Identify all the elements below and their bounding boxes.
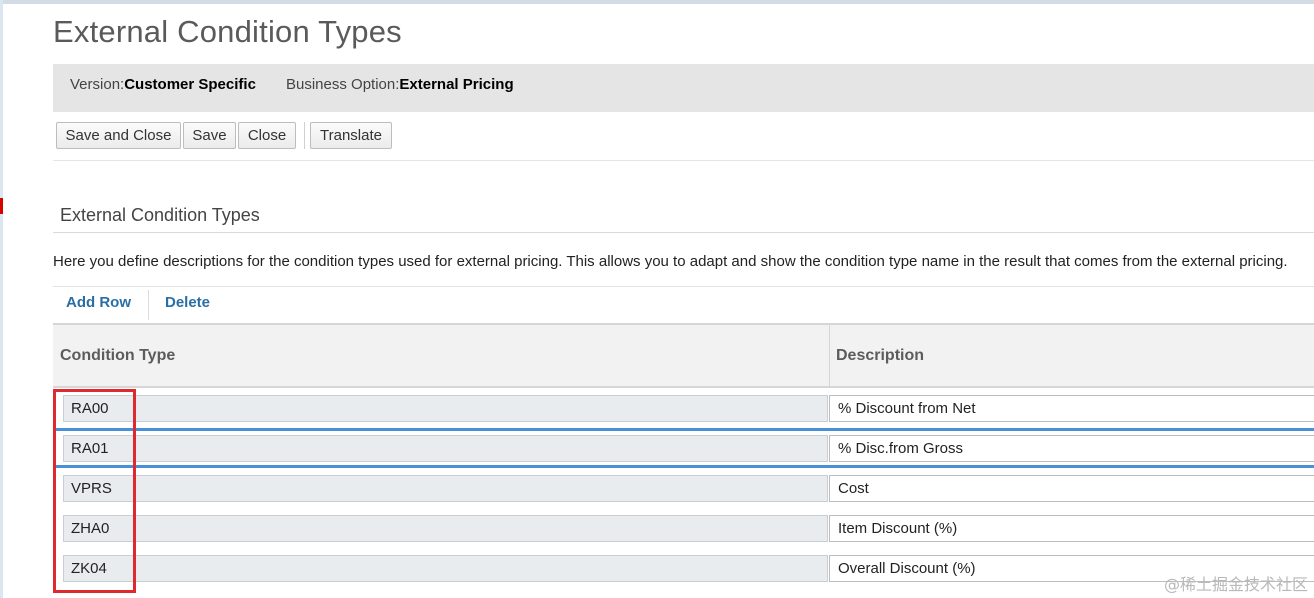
- column-header-condition-type[interactable]: Condition Type: [60, 347, 175, 365]
- description-input[interactable]: % Disc.from Gross: [829, 435, 1314, 462]
- close-button[interactable]: Close: [238, 122, 296, 149]
- window-left-edge: [0, 0, 3, 598]
- info-bar: Version:Customer Specific Business Optio…: [53, 64, 1314, 112]
- description-input[interactable]: Item Discount (%): [829, 515, 1314, 542]
- business-option-label: Business Option:: [286, 76, 400, 93]
- toolbar-separator: [304, 122, 305, 149]
- action-separator: [148, 290, 149, 320]
- delete-link[interactable]: Delete: [165, 294, 210, 311]
- table-row[interactable]: RA00 % Discount from Net: [53, 388, 1314, 428]
- condition-type-cell[interactable]: ZK04: [63, 555, 828, 582]
- left-edge-marker: [0, 198, 3, 214]
- table-row[interactable]: VPRS Cost: [53, 468, 1314, 508]
- business-option-value: External Pricing: [399, 76, 514, 93]
- column-divider[interactable]: [829, 325, 830, 388]
- save-and-close-button[interactable]: Save and Close: [56, 122, 181, 149]
- window-top-strip: [0, 0, 1314, 4]
- table-header: Condition Type Description: [53, 323, 1314, 388]
- condition-type-cell[interactable]: VPRS: [63, 475, 828, 502]
- version-info: Version:Customer Specific: [70, 76, 256, 93]
- condition-type-cell[interactable]: RA00: [63, 395, 828, 422]
- version-value: Customer Specific: [124, 76, 256, 93]
- table-row-selected[interactable]: RA01 % Disc.from Gross: [53, 428, 1314, 468]
- page-title: External Condition Types: [53, 14, 402, 49]
- description-input[interactable]: Cost: [829, 475, 1314, 502]
- add-row-link[interactable]: Add Row: [66, 294, 131, 311]
- divider: [53, 160, 1314, 161]
- section-divider: [53, 232, 1314, 233]
- table-body: RA00 % Discount from Net RA01 % Disc.fro…: [53, 388, 1314, 598]
- section-description: Here you define descriptions for the con…: [53, 253, 1288, 270]
- condition-type-cell[interactable]: ZHA0: [63, 515, 828, 542]
- section-title: External Condition Types: [60, 205, 260, 225]
- version-label: Version:: [70, 76, 125, 93]
- table-row[interactable]: ZHA0 Item Discount (%): [53, 508, 1314, 548]
- translate-button[interactable]: Translate: [310, 122, 392, 149]
- column-header-description[interactable]: Description: [836, 347, 924, 365]
- condition-type-cell[interactable]: RA01: [63, 435, 828, 462]
- description-input[interactable]: % Discount from Net: [829, 395, 1314, 422]
- table-row[interactable]: ZK04 Overall Discount (%): [53, 548, 1314, 588]
- save-button[interactable]: Save: [183, 122, 236, 149]
- watermark: @稀土掘金技术社区: [1163, 575, 1308, 594]
- business-option-info: Business Option:External Pricing: [286, 76, 514, 93]
- divider: [53, 286, 1314, 287]
